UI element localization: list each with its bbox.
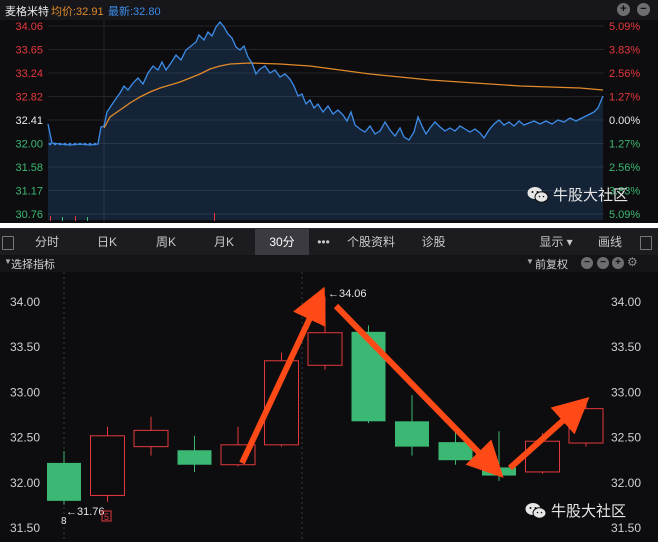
stock-name: 麦格米特	[5, 6, 49, 18]
intraday-price-dot	[63, 142, 67, 146]
gear-icon[interactable]: ⚙	[627, 255, 638, 269]
kline-y-label-right: 31.50	[611, 521, 641, 535]
zoom-out-kline-icon[interactable]: −	[581, 257, 593, 269]
high-price-label: ←34.06	[328, 288, 367, 300]
intraday-header-bar: 麦格米特 均价:32.91 最新:32.80 + −	[0, 0, 658, 20]
intraday-price-label: 34.06	[15, 21, 43, 33]
watermark-text: 牛股大社区	[551, 503, 627, 520]
intraday-price-dot	[93, 142, 97, 146]
intraday-price-dot	[73, 142, 77, 146]
select-indicator-button[interactable]: 选择指标	[11, 256, 55, 272]
kline-y-label-right: 33.00	[611, 385, 641, 399]
kline-y-label-left: 31.50	[10, 521, 40, 535]
candle-body[interactable]	[307, 332, 343, 366]
draw-line-button[interactable]: 画线	[590, 229, 630, 255]
intraday-price-dot	[53, 142, 57, 146]
intraday-price-dot	[58, 142, 62, 146]
intraday-pct-label: 5.09%	[609, 209, 640, 221]
intraday-pct-label: 2.56%	[609, 162, 640, 174]
tab-2[interactable]: 周K	[139, 229, 193, 255]
kline-y-label-right: 32.00	[611, 476, 641, 490]
indicator-bar: ▼ 选择指标 ▼ 前复权 − − + ⚙	[0, 255, 658, 272]
adjust-chevron-icon[interactable]: ▼	[526, 257, 534, 266]
intraday-pct-label: 0.00%	[609, 115, 640, 127]
intraday-price-dot	[83, 142, 87, 146]
intraday-pct-label: 5.09%	[609, 21, 640, 33]
low-price-label: ←31.76	[66, 506, 105, 518]
intraday-price-label: 32.82	[15, 92, 43, 104]
intraday-price-dot	[48, 142, 52, 146]
zoom-out-icon[interactable]: −	[637, 3, 650, 16]
candle-body[interactable]	[133, 429, 169, 448]
watermark-top: 牛股大社区	[527, 184, 628, 205]
intraday-price-dot	[68, 142, 72, 146]
tab-7[interactable]: 诊股	[406, 229, 461, 255]
intraday-price-label: 31.17	[15, 186, 43, 198]
panel-toggle-icon[interactable]	[2, 236, 14, 250]
kline-y-label-right: 33.50	[611, 340, 641, 354]
tab-1[interactable]: 日K	[79, 229, 135, 255]
tab-6[interactable]: 个股资料	[338, 229, 404, 255]
candle-body[interactable]	[90, 435, 125, 496]
intraday-price-label: 31.58	[15, 162, 43, 174]
candle-body[interactable]	[395, 421, 429, 447]
kline-y-label-right: 32.50	[611, 431, 641, 445]
intraday-price-label: 30.76	[15, 209, 43, 221]
date-marker: 8	[61, 516, 67, 527]
candle-body[interactable]	[177, 450, 212, 465]
intraday-price-dot	[88, 142, 92, 146]
wechat-icon	[527, 186, 549, 203]
zoom-in-icon[interactable]: +	[617, 3, 630, 16]
price-adjust-select[interactable]: 前复权	[535, 256, 568, 272]
avg-price-readout: 均价:32.91	[51, 6, 104, 18]
intraday-pct-label: 3.83%	[609, 45, 640, 57]
kline-y-label-left: 34.00	[10, 295, 40, 309]
candle-body[interactable]	[47, 462, 81, 501]
watermark-text: 牛股大社区	[553, 187, 629, 204]
intraday-price-label: 32.00	[15, 139, 43, 151]
intraday-price-label: 33.65	[15, 45, 43, 57]
zoom-in-kline-icon[interactable]: +	[612, 257, 624, 269]
kline-y-label-left: 32.00	[10, 476, 40, 490]
panel-toggle-right-icon[interactable]	[640, 236, 652, 250]
stock-app-window: 麦格米特 均价:32.91 最新:32.80 + − 34.06 33.65 33.…	[0, 0, 658, 542]
period-tab-bar: 分时 日K 周K 月K 30分 ••• 个股资料 诊股 显示 ▾ 画线	[0, 228, 658, 256]
intraday-price-dot	[78, 142, 82, 146]
display-menu-button[interactable]: 显示 ▾	[532, 229, 580, 255]
candle-body[interactable]	[351, 331, 386, 422]
intraday-price-label: 32.41	[15, 115, 43, 127]
kline-y-label-left: 32.50	[10, 431, 40, 445]
wechat-icon	[525, 502, 547, 519]
latest-price-readout: 最新:32.80	[108, 6, 161, 18]
intraday-pct-label: 1.27%	[609, 92, 640, 104]
tab-0[interactable]: 分时	[17, 229, 77, 255]
tab-4[interactable]: 30分	[255, 229, 309, 255]
display-menu-label: 显示	[539, 235, 564, 249]
intraday-price-label: 33.24	[15, 68, 43, 80]
kline-y-label-left: 33.50	[10, 340, 40, 354]
watermark-bottom: 牛股大社区	[525, 500, 626, 521]
kline-y-label-left: 33.00	[10, 385, 40, 399]
zoom-out-alt-icon[interactable]: −	[597, 257, 609, 269]
tab-5[interactable]: •••	[311, 229, 336, 255]
intraday-pct-label: 1.27%	[609, 139, 640, 151]
intraday-pct-label: 2.56%	[609, 68, 640, 80]
info-badge-label: 5	[104, 512, 109, 522]
kline-y-label-right: 34.00	[611, 295, 641, 309]
tab-3[interactable]: 月K	[197, 229, 251, 255]
